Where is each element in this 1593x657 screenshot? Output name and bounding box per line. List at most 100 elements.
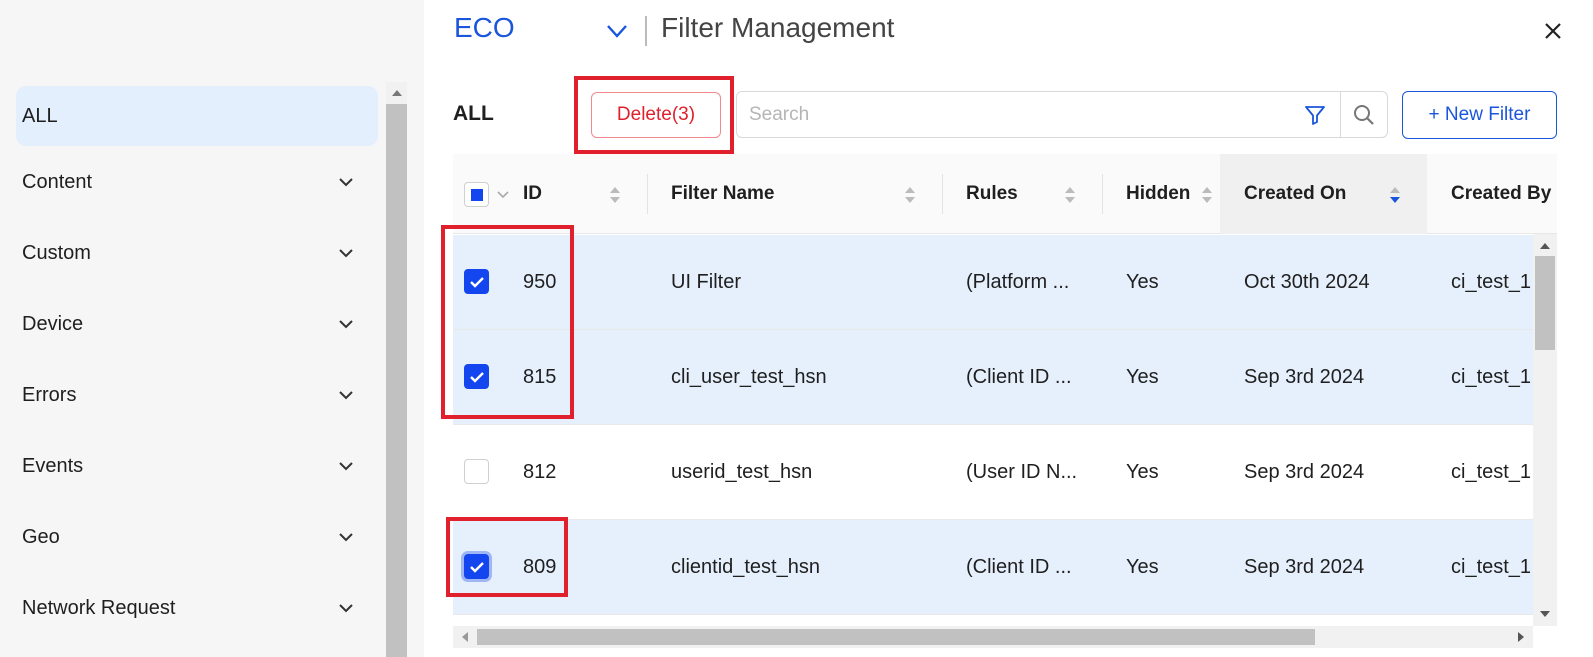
column-header-filter-name[interactable]: Filter Name [671, 154, 774, 234]
sidebar-item-events[interactable]: Events [16, 431, 378, 502]
cell-rules: (Platform ... [966, 271, 1070, 293]
cell-created-by: ci_test_1 [1451, 556, 1531, 578]
sort-icon[interactable] [1063, 184, 1077, 206]
column-label: ID [523, 183, 542, 204]
cell-created-by: ci_test_1 [1451, 271, 1531, 293]
search-icon [1354, 104, 1374, 125]
table-header: ID Filter Name Rules Hidden Created On C… [453, 154, 1557, 234]
table-row[interactable]: 812 userid_test_hsn (User ID N... Yes Se… [453, 425, 1533, 520]
sidebar-item-custom[interactable]: Custom [16, 218, 378, 289]
sort-icon[interactable] [608, 184, 622, 206]
sidebar-scrollbar[interactable] [386, 82, 407, 657]
sidebar-item-geo[interactable]: Geo [16, 502, 378, 573]
cell-created-on: Sep 3rd 2024 [1244, 366, 1365, 388]
cell-rules: (User ID N... [966, 461, 1078, 483]
sort-icon[interactable] [903, 184, 917, 206]
sort-icon[interactable] [1200, 184, 1214, 206]
column-label: Created On [1244, 183, 1347, 204]
column-header-hidden[interactable]: Hidden [1126, 154, 1190, 234]
column-header-created-by[interactable]: Created By [1451, 154, 1551, 234]
scroll-down-arrow-icon[interactable] [1533, 606, 1557, 622]
chevron-down-icon[interactable] [338, 388, 354, 404]
filter-icon[interactable] [1303, 103, 1327, 127]
sidebar-item-label: Network Request [22, 597, 176, 619]
section-label: ALL [453, 102, 494, 125]
sidebar-item-network-request[interactable]: Network Request [16, 573, 378, 644]
column-label: Filter Name [671, 183, 775, 204]
sidebar-item-all[interactable]: ALL [16, 86, 378, 146]
sidebar-item-label: ALL [22, 104, 58, 127]
select-all-checkbox[interactable] [464, 182, 489, 207]
sidebar-item-label: Events [22, 455, 84, 477]
sidebar-item-errors[interactable]: Errors [16, 360, 378, 431]
column-label: Hidden [1126, 183, 1191, 204]
close-icon[interactable] [1540, 18, 1566, 44]
cell-created-by: ci_test_1 [1451, 461, 1531, 483]
checkmark-icon [469, 276, 484, 288]
cell-rules: (Client ID ... [966, 366, 1072, 388]
column-divider [942, 174, 943, 214]
sidebar-item-device[interactable]: Device [16, 289, 378, 360]
sidebar-item-label: Geo [22, 526, 60, 548]
cell-filter-name: UI Filter [671, 271, 741, 293]
column-divider [1102, 174, 1103, 214]
sidebar-item-label: Content [22, 171, 93, 193]
checkmark-icon [469, 561, 484, 573]
sidebar-list: ALL Content Custom Device Errors Events … [16, 86, 378, 644]
page-title: Filter Management [661, 12, 895, 43]
scroll-up-arrow-icon[interactable] [1533, 238, 1557, 254]
delete-button[interactable]: Delete(3) [591, 92, 721, 138]
table-row[interactable]: 950 UI Filter (Platform ... Yes Oct 30th… [453, 235, 1533, 330]
chevron-down-icon[interactable] [495, 186, 511, 202]
scroll-up-arrow-icon[interactable] [386, 82, 407, 104]
cell-filter-name: userid_test_hsn [671, 461, 813, 483]
cell-id: 950 [523, 271, 557, 293]
table-row[interactable]: 815 cli_user_test_hsn (Client ID ... Yes… [453, 330, 1533, 425]
project-selector[interactable]: ECO [454, 12, 515, 44]
sidebar-item-label: Custom [22, 242, 91, 264]
column-header-rules[interactable]: Rules [966, 154, 1018, 234]
row-checkbox[interactable] [464, 364, 489, 389]
sidebar-item-label: Errors [22, 384, 77, 406]
search-button[interactable] [1340, 91, 1388, 138]
row-checkbox[interactable] [464, 554, 489, 579]
sidebar: ALL Content Custom Device Errors Events … [0, 0, 424, 657]
horizontal-scrollbar-thumb[interactable] [477, 629, 1315, 645]
row-checkbox[interactable] [464, 269, 489, 294]
search-input[interactable] [749, 92, 1289, 137]
cell-hidden: Yes [1126, 366, 1159, 388]
table-horizontal-scrollbar[interactable] [453, 626, 1533, 648]
sort-descending-icon[interactable] [1388, 184, 1402, 206]
chevron-down-icon[interactable] [338, 601, 354, 617]
column-header-id[interactable]: ID [523, 154, 542, 234]
column-label: Rules [966, 183, 1018, 204]
sidebar-item-label: Device [22, 313, 84, 335]
chevron-down-icon[interactable] [338, 175, 354, 191]
row-checkbox[interactable] [464, 459, 489, 484]
column-label: Created By [1451, 183, 1552, 204]
scroll-right-arrow-icon[interactable] [1513, 629, 1529, 645]
chevron-down-icon[interactable] [338, 530, 354, 546]
cell-created-by: ci_test_1 [1451, 366, 1531, 388]
scroll-left-arrow-icon[interactable] [457, 629, 473, 645]
chevron-down-icon[interactable] [338, 246, 354, 262]
cell-created-on: Oct 30th 2024 [1244, 271, 1370, 293]
chevron-down-icon[interactable] [338, 459, 354, 475]
vertical-scrollbar-thumb[interactable] [1535, 256, 1555, 350]
sidebar-scrollbar-thumb[interactable] [386, 104, 407, 657]
filters-table: ID Filter Name Rules Hidden Created On C… [453, 154, 1557, 626]
sidebar-item-content[interactable]: Content [16, 147, 378, 218]
header-divider [645, 16, 647, 46]
cell-rules: (Client ID ... [966, 556, 1072, 578]
column-divider [647, 174, 648, 214]
cell-id: 815 [523, 366, 557, 388]
table-row[interactable]: 809 clientid_test_hsn (Client ID ... Yes… [453, 520, 1533, 615]
chevron-down-icon[interactable] [338, 317, 354, 333]
cell-created-on: Sep 3rd 2024 [1244, 461, 1365, 483]
cell-filter-name: clientid_test_hsn [671, 556, 820, 578]
indeterminate-indicator [470, 188, 483, 201]
chevron-down-icon[interactable] [604, 18, 630, 44]
cell-hidden: Yes [1126, 461, 1159, 483]
new-filter-button[interactable]: + New Filter [1402, 91, 1557, 139]
table-vertical-scrollbar[interactable] [1533, 234, 1557, 626]
